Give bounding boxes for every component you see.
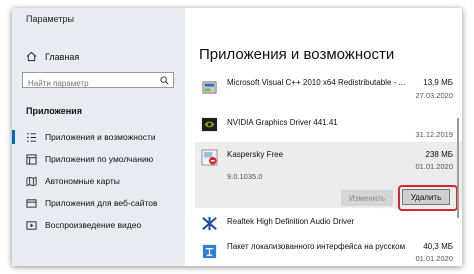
page-title: Приложения и возможности	[199, 46, 395, 63]
default-apps-icon	[26, 153, 37, 165]
app-list-item[interactable]: NVIDIA Graphics Driver 441.41 31.12.2019	[195, 108, 462, 142]
home-label: Главная	[45, 51, 80, 62]
sidebar-item-video-playback[interactable]: Воспроизведение видео	[12, 214, 185, 236]
sidebar-item-offline-maps[interactable]: Автономные карты	[12, 170, 185, 192]
sidebar-item-label: Автономные карты	[45, 176, 120, 186]
settings-window: Параметры Главная Приложения Приложения …	[12, 8, 462, 266]
app-size: 238 МБ	[425, 150, 453, 159]
app-date: 01.01.2020	[415, 254, 453, 263]
section-title: Приложения	[26, 106, 82, 116]
app-name: Realtek High Definition Audio Driver	[227, 217, 355, 226]
kaspersky-icon	[201, 149, 218, 166]
app-list-item[interactable]: Microsoft Visual C++ 2010 x64 Redistribu…	[195, 72, 462, 106]
map-icon	[26, 176, 37, 186]
sidebar-item-apps-features[interactable]: Приложения и возможности	[12, 126, 185, 148]
video-icon	[26, 220, 37, 230]
home-link[interactable]: Главная	[26, 51, 79, 62]
list-icon	[26, 132, 37, 142]
app-list-item[interactable]: Realtek High Definition Audio Driver	[195, 210, 462, 236]
app-name: Пакет локализованного интерфейса на русс…	[227, 242, 406, 251]
language-pack-icon	[202, 244, 217, 259]
realtek-icon	[202, 216, 217, 231]
sidebar-item-web-apps[interactable]: Приложения для веб-сайтов	[12, 192, 185, 214]
app-list-item[interactable]: Пакет локализованного интерфейса на русс…	[195, 238, 462, 266]
app-list-item-selected[interactable]: Kaspersky Free 238 МБ 01.01.2020 9.0.103…	[195, 142, 462, 211]
app-name: Microsoft Visual C++ 2010 x64 Redistribu…	[227, 78, 406, 87]
app-size: 40,3 МБ	[423, 242, 453, 251]
web-icon	[26, 198, 37, 208]
sidebar-item-default-apps[interactable]: Приложения по умолчанию	[12, 148, 185, 170]
app-size: 13,9 МБ	[423, 78, 453, 87]
window-title: Параметры	[26, 14, 74, 24]
app-date: 27.03.2020	[415, 91, 453, 100]
main-content: Приложения и возможности Microsoft Visua…	[185, 8, 462, 266]
app-date: 31.12.2019	[415, 130, 453, 139]
app-name: NVIDIA Graphics Driver 441.41	[227, 118, 338, 127]
sidebar-item-label: Приложения по умолчанию	[45, 154, 154, 164]
sidebar-item-label: Воспроизведение видео	[45, 220, 142, 230]
search-input[interactable]	[23, 76, 158, 91]
sidebar: Параметры Главная Приложения Приложения …	[12, 8, 185, 266]
home-icon	[26, 51, 37, 62]
app-name: Kaspersky Free	[227, 150, 284, 159]
sidebar-nav: Приложения и возможности Приложения по у…	[12, 126, 185, 236]
app-date: 01.01.2020	[415, 162, 453, 171]
modify-button[interactable]: Изменить	[341, 190, 393, 206]
app-version: 9.0.1035.0	[227, 172, 263, 181]
sidebar-item-label: Приложения и возможности	[45, 132, 156, 142]
search-icon[interactable]	[160, 76, 169, 85]
installer-icon	[202, 81, 217, 94]
nvidia-icon	[201, 117, 218, 132]
sidebar-item-label: Приложения для веб-сайтов	[45, 198, 158, 208]
uninstall-button[interactable]: Удалить	[402, 189, 450, 205]
scrollbar[interactable]	[457, 118, 459, 218]
search-box	[22, 72, 174, 91]
